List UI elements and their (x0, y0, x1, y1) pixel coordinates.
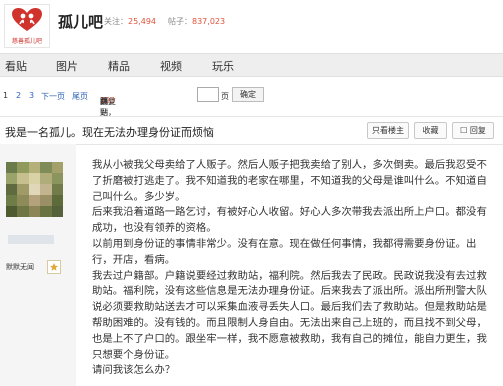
post-paragraph: 以前用到身份证的事情非常少。没有在意。现在做任何事情，我都得需要身份证。出行，开… (92, 237, 477, 266)
poster-panel: 默默无闻 (0, 144, 76, 386)
posts-count: 837,023 (192, 17, 226, 26)
favorite-button[interactable]: 收藏 (414, 122, 447, 139)
post-paragraph: 我从小被我父母卖给了人贩子。然后人贩子把我卖给了别人，多次倒卖。最后我忍受不了折… (92, 159, 487, 203)
next-page-link[interactable]: 下一页 (41, 91, 65, 102)
tab-fun[interactable]: 玩乐 (212, 58, 234, 74)
forum-nav: 看贴 图片 精品 视频 玩乐 (0, 53, 503, 77)
thread-title: 我是一名孤儿。现在无法办理身份证而烦恼 (5, 126, 214, 139)
page-unit: 页 (221, 92, 229, 101)
heart-logo-icon (12, 8, 42, 31)
forum-title[interactable]: 孤儿吧 (58, 11, 103, 32)
page-2[interactable]: 2 (16, 91, 21, 100)
confirm-jump-button[interactable]: 确定 (232, 87, 264, 102)
reply-button[interactable]: ☐ 回复 (452, 122, 494, 139)
thread-header: 我是一名孤儿。现在无法办理身份证而烦恼 只看楼主 收藏 ☐ 回复 (0, 116, 503, 145)
tab-posts[interactable]: 看贴 (5, 58, 27, 74)
page-1: 1 (3, 91, 9, 100)
members-label: 关注： (104, 17, 128, 26)
forum-logo[interactable]: 慈善孤儿吧 (4, 4, 50, 48)
username-redacted (8, 235, 54, 244)
jump-label: 跳到 (100, 97, 108, 117)
logo-caption: 慈善孤儿吧 (11, 38, 42, 45)
username[interactable]: 默默无闻 (6, 262, 34, 272)
rank-badge (47, 260, 61, 274)
rank-badge-icon (50, 263, 58, 271)
post-content: 我从小被我父母卖给了人贩子。然后人贩子把我卖给了别人，多次倒卖。最后我忍受不了折… (92, 158, 490, 379)
avatar[interactable] (6, 162, 63, 217)
page-3[interactable]: 3 (29, 91, 34, 100)
last-page-link[interactable]: 尾页 (72, 91, 88, 102)
posts-label: 帖子： (168, 17, 192, 26)
only-op-button[interactable]: 只看楼主 (367, 122, 409, 139)
tab-featured[interactable]: 精品 (108, 58, 130, 74)
forum-stats: 关注：25,494 帖子：837,023 (104, 16, 225, 27)
post-paragraph: 请问我该怎么办？ (92, 364, 176, 377)
post-paragraph: 后来我沿着道路一路乞讨，有被好心人收留。好心人多次带我去派出所上户口。都没有成功… (92, 206, 487, 235)
tab-images[interactable]: 图片 (56, 58, 78, 74)
post-paragraph: 我去过户籍部。户籍说要经过救助站，福利院。然后我去了民政。民政说我没有去过救助站… (92, 269, 487, 361)
jump-page-input[interactable] (197, 87, 219, 102)
members-count: 25,494 (128, 17, 156, 26)
reply-button-label: 回复 (469, 126, 486, 135)
pagination: 1 2 3 下一页 尾页 193 回复贴，共 3 页， 跳到 页 确定 (0, 86, 503, 117)
reply-icon: ☐ (460, 126, 468, 135)
forum-header: 慈善孤儿吧 孤儿吧 关注：25,494 帖子：837,023 (0, 0, 503, 50)
tab-videos[interactable]: 视频 (160, 58, 182, 74)
